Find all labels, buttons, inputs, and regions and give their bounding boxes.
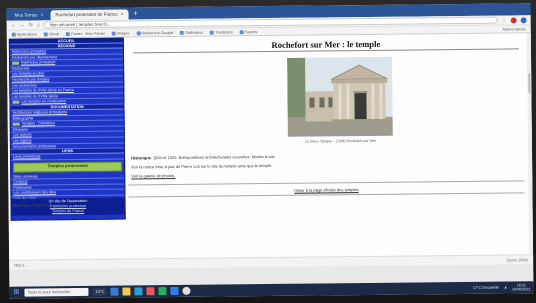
bookmark-icon — [66, 31, 71, 36]
edge-icon[interactable] — [110, 287, 119, 296]
photo-caption: Le Vieux Temple - 17300 Rochefort sur Me… — [304, 138, 377, 144]
bookmark-item[interactable]: Images — [111, 30, 130, 36]
notice-paragraph: Voir la notice mise à jour de Pierre Lot… — [131, 162, 273, 170]
temples-badge[interactable]: Temples protestants — [13, 161, 123, 173]
web-page: ACCUEIL RÉGIONS Patrimoine protestant Re… — [6, 33, 534, 260]
clock-date: 05/06/2021 — [512, 287, 531, 292]
gallery-link[interactable]: Voir la galerie de photos. — [131, 173, 175, 178]
bookmark-icon — [111, 31, 116, 36]
sidebar-link[interactable]: Liens protestants — [11, 153, 125, 161]
close-icon[interactable]: × — [40, 10, 43, 20]
chrome-icon[interactable] — [182, 286, 191, 295]
back-icon[interactable]: ← — [11, 22, 16, 28]
bookmark-label: Applications — [16, 31, 38, 37]
bookmark-icon — [11, 32, 16, 37]
footer-link[interactable]: Temples de France — [12, 209, 125, 215]
history-paragraph: Historique: 1834 et 1925. Entrepositions… — [131, 154, 276, 161]
folder-icon[interactable] — [122, 287, 131, 296]
photo-frame: Mes Temps × Rochefort protestant de Franc… — [0, 0, 536, 303]
bookmark-icon — [239, 29, 244, 34]
tab-1[interactable]: Mes Temps × — [10, 10, 49, 20]
bookmark-label: Panier - Mon Panier — [71, 31, 105, 36]
bookmark-label: Favoris — [244, 29, 258, 34]
home-icon[interactable]: ⌂ — [37, 22, 40, 28]
bookmark-item[interactable]: Recherche Google — [136, 31, 173, 35]
status-url: http://... — [14, 262, 28, 268]
excel-icon[interactable] — [158, 287, 167, 296]
bookmark-item[interactable]: Traduction — [209, 29, 233, 35]
bookmark-label: Images — [116, 30, 130, 36]
bookmark-label: Gmail — [49, 31, 60, 36]
monitor-screen: Mes Temps × Rochefort protestant de Franc… — [6, 3, 534, 299]
network-icon[interactable]: ▲ — [504, 286, 508, 290]
zoom-level[interactable]: Zoom 100% — [507, 257, 529, 262]
account-icon[interactable] — [520, 16, 527, 23]
other-bookmarks[interactable]: Autres favoris — [502, 27, 525, 31]
bookmark-item[interactable]: Ordinateur — [180, 30, 204, 35]
reload-icon[interactable]: ↻ — [29, 22, 33, 28]
history-label: Historique — [131, 155, 151, 161]
bookmark-icon — [180, 30, 185, 35]
main-content: Rochefort sur Mer : le temple Le Vieux T… — [13, 33, 527, 258]
scrollbar-thumb[interactable] — [528, 73, 531, 94]
clock[interactable]: 18:21 05/06/2021 — [512, 283, 530, 291]
bookmark-item[interactable]: Panier - Mon Panier — [66, 31, 105, 36]
mail-icon[interactable] — [146, 287, 155, 296]
windows-start-icon[interactable]: ⊞ — [12, 289, 20, 297]
toolbar-right: ⋮ — [502, 16, 527, 23]
word-icon[interactable] — [170, 286, 179, 296]
extensions-icon[interactable]: ⋮ — [502, 17, 507, 23]
temple-illustration — [287, 56, 393, 137]
tab-label: Rochefort protestant de France — [55, 11, 118, 18]
close-icon[interactable]: × — [121, 10, 124, 20]
history-text: : 1834 et 1925. Entrepositions architect… — [150, 153, 276, 161]
store-icon[interactable] — [134, 287, 143, 296]
divider — [128, 180, 525, 186]
system-tray: 17°C Ensoleillé ▲ 18:21 05/06/2021 — [473, 283, 531, 292]
new-tab-icon[interactable]: + — [131, 9, 141, 19]
bookmark-item[interactable]: Gmail — [44, 32, 59, 36]
bookmark-label: Ordinateur — [185, 30, 204, 35]
temple-photo — [287, 56, 393, 137]
forward-icon[interactable]: → — [20, 22, 25, 28]
bookmark-label: Traduction — [214, 29, 233, 35]
tab-label: Mes Temps — [14, 12, 38, 18]
taskbar-search-input[interactable]: Taper ici pour rechercher — [24, 287, 89, 297]
bookmark-icon — [209, 30, 215, 35]
bookmark-label: Recherche Google — [141, 30, 174, 35]
update-note: Mise à jour : Nos dons — [12, 203, 50, 208]
bookmark-item[interactable]: Applications — [11, 31, 38, 37]
profile-icon[interactable] — [510, 16, 517, 23]
tray-weather[interactable]: 17°C Ensoleillé — [473, 286, 499, 290]
bookmark-icon — [44, 31, 49, 36]
weather-widget[interactable]: 13°C — [92, 287, 107, 296]
bookmark-icon — [136, 30, 141, 35]
bookmark-item[interactable]: Favoris — [239, 29, 258, 34]
site-sidebar: ACCUEIL RÉGIONS Patrimoine protestant Re… — [8, 37, 126, 221]
